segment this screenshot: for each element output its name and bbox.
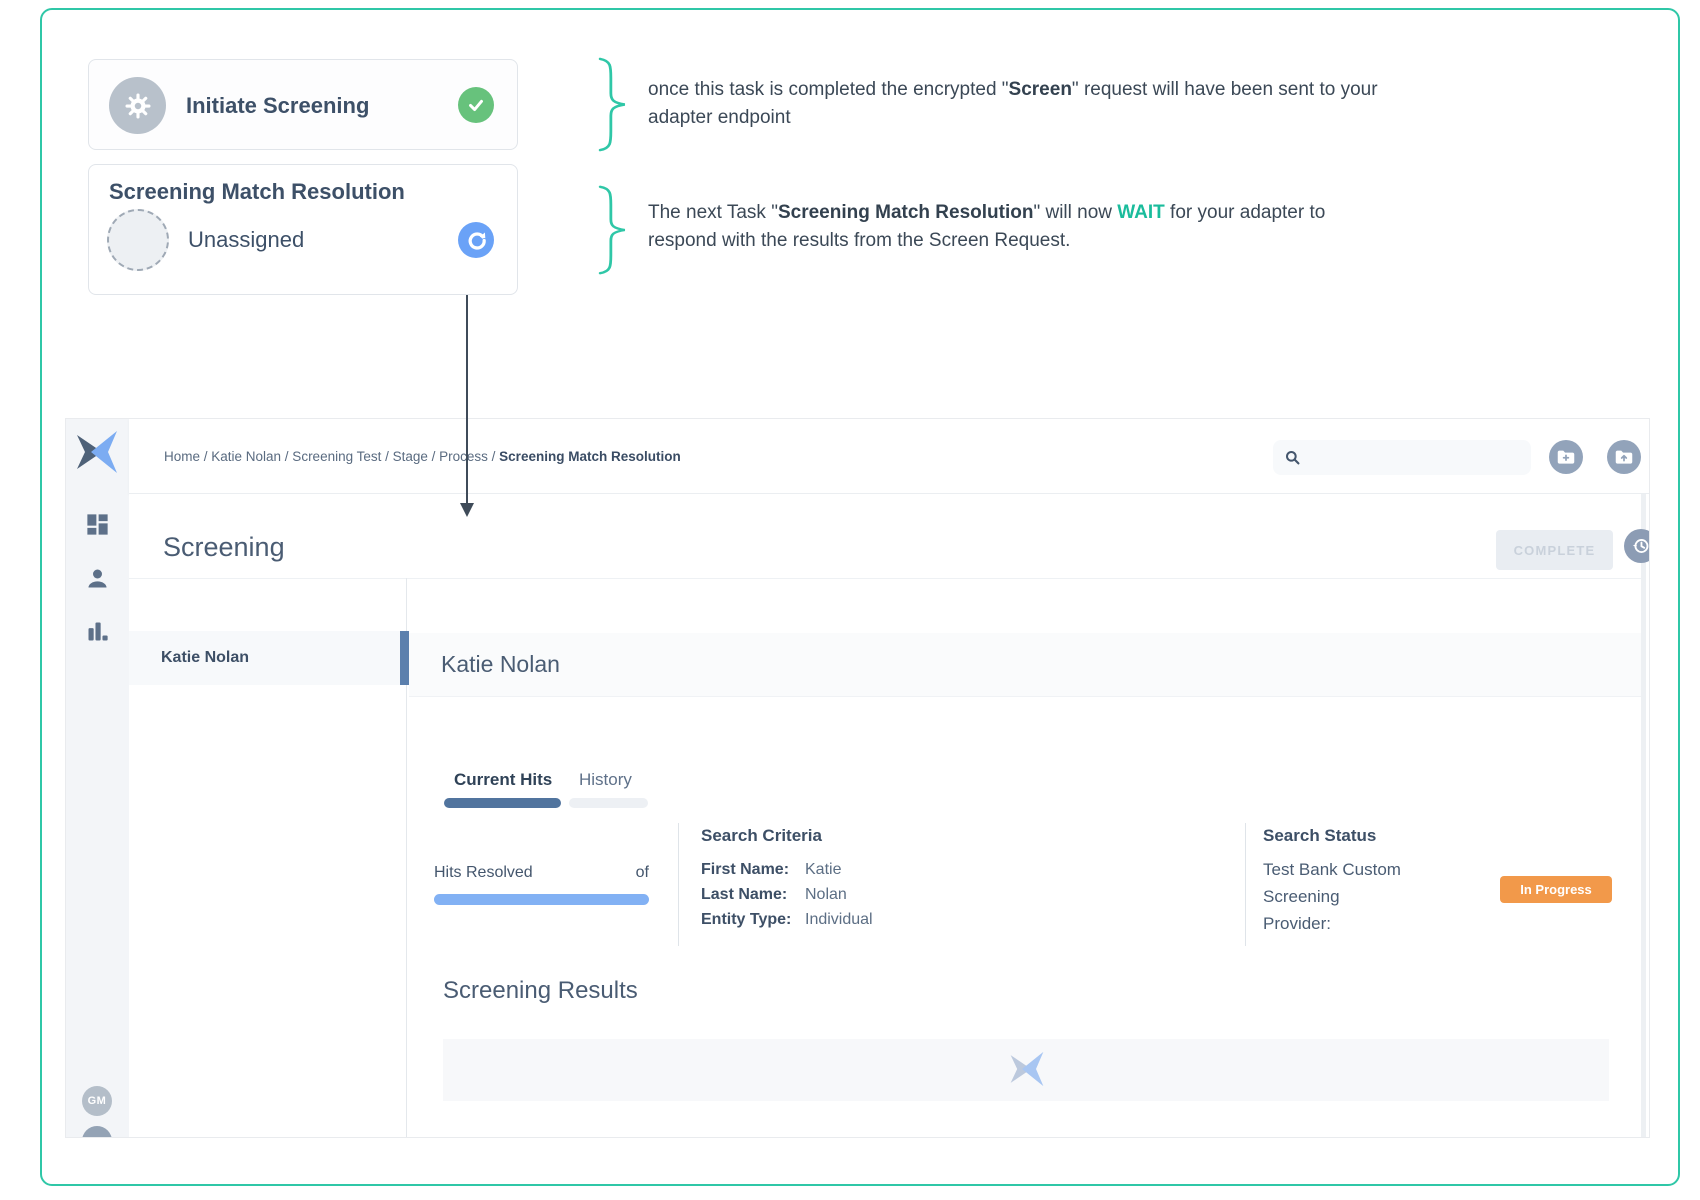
add-case-button[interactable] (1549, 440, 1583, 474)
annotation-note: once this task is completed the encrypte… (648, 76, 1468, 132)
task-card-initiate-screening[interactable]: Initiate Screening (88, 59, 518, 150)
hits-progress-bar (434, 894, 649, 905)
breadcrumb[interactable]: Home / Katie Nolan / Screening Test / St… (164, 419, 681, 494)
task-title: Screening Match Resolution (109, 179, 405, 205)
topbar: Home / Katie Nolan / Screening Test / St… (129, 419, 1650, 494)
scrollbar[interactable] (1641, 494, 1646, 1138)
sync-icon (458, 222, 494, 258)
check-icon (458, 87, 494, 123)
folder-upload-icon (1613, 446, 1635, 468)
user-avatar[interactable]: GM (82, 1086, 112, 1116)
logo-x-icon (75, 429, 119, 475)
inactive-tab-indicator (569, 798, 648, 808)
search-input[interactable] (1303, 450, 1513, 466)
hits-resolved-label: Hits Resolved (434, 864, 533, 882)
folder-plus-icon (1555, 446, 1577, 468)
import-case-button[interactable] (1607, 440, 1641, 474)
sidebar: GM (66, 419, 129, 1138)
screening-results-heading: Screening Results (443, 977, 638, 1005)
history-button[interactable] (1624, 529, 1650, 563)
task-card-screening-match-resolution[interactable]: Screening Match Resolution Unassigned (88, 164, 518, 295)
provider-text: Test Bank Custom Screening Provider: (1263, 856, 1408, 937)
status-badge: In Progress (1500, 876, 1612, 903)
search-box[interactable] (1273, 440, 1531, 475)
entity-list-item[interactable]: Katie Nolan (129, 631, 406, 685)
tab-history[interactable]: History (579, 770, 632, 790)
task-title: Initiate Screening (186, 60, 369, 151)
search-criteria-heading: Search Criteria (701, 826, 822, 846)
results-empty-state (443, 1039, 1609, 1101)
assignee-label: Unassigned (188, 209, 304, 271)
gear-icon (109, 77, 166, 134)
hits-of-label: of (636, 864, 649, 882)
search-icon (1283, 448, 1303, 468)
tab-current-hits[interactable]: Current Hits (454, 770, 552, 790)
app-screenshot: GM Home / Katie Nolan / Screening Test /… (65, 418, 1650, 1138)
breadcrumb-current: Screening Match Resolution (499, 449, 681, 464)
entity-panel-title: Katie Nolan (409, 633, 1641, 697)
arrow-down-icon (460, 295, 474, 520)
divider (129, 578, 1643, 579)
criteria-row: Last Name:Nolan (701, 886, 941, 904)
history-icon (1630, 535, 1650, 557)
hits-resolved-row: Hits Resolved of (434, 864, 649, 882)
dashboard-icon[interactable] (84, 511, 111, 538)
criteria-row: First Name:Katie (701, 861, 941, 879)
active-item-indicator (400, 631, 409, 685)
active-tab-indicator (444, 798, 561, 808)
secondary-avatar[interactable] (82, 1126, 112, 1138)
user-icon[interactable] (84, 565, 111, 592)
search-status-heading: Search Status (1263, 826, 1376, 846)
page: Initiate Screening Screening Match Resol… (0, 0, 1700, 1200)
complete-button[interactable]: COMPLETE (1496, 530, 1613, 570)
annotation-note: The next Task "Screening Match Resolutio… (648, 199, 1428, 255)
unassigned-avatar-placeholder (107, 209, 169, 271)
criteria-row: Entity Type:Individual (701, 911, 941, 929)
logo-x-icon (1009, 1050, 1045, 1088)
main-content: Screening COMPLETE Katie Nolan Katie Nol… (129, 494, 1650, 1138)
divider (678, 823, 679, 946)
page-title: Screening (163, 532, 285, 563)
brace-icon (598, 57, 628, 152)
divider (1245, 823, 1246, 946)
chart-icon[interactable] (84, 618, 111, 645)
brace-icon (598, 185, 628, 275)
